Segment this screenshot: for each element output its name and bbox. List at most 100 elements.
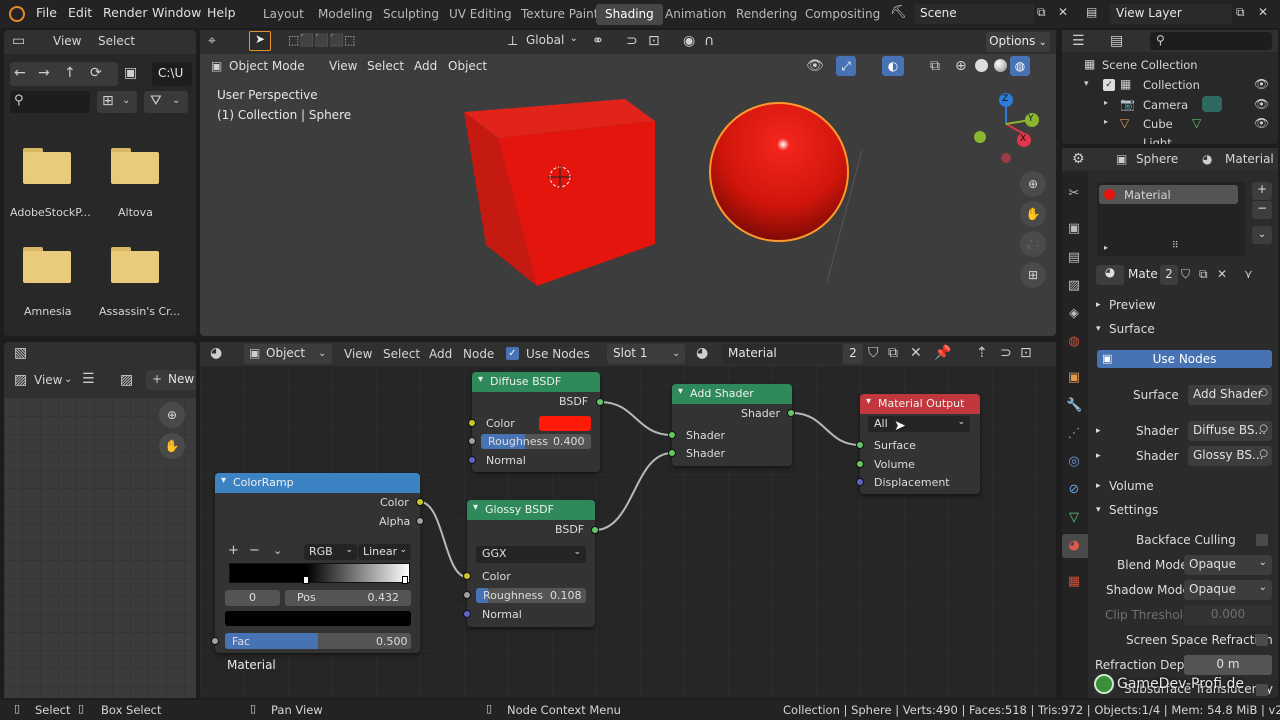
ramp-stop-index-field[interactable]: 0 [225, 590, 280, 606]
expand-arrow-icon[interactable]: ▾ [1096, 324, 1101, 334]
eye-icon[interactable]: 👁 [1254, 78, 1269, 90]
ramp-interpolation-dropdown[interactable]: Linear ⌄ [358, 544, 411, 560]
display-mode-icon[interactable]: ▤ [1110, 34, 1123, 48]
output-tab-icon[interactable]: ▤ [1066, 250, 1082, 266]
diffuse-color-socket[interactable] [468, 419, 476, 427]
ramp-color-mode-dropdown[interactable]: RGB ⌄ [304, 544, 357, 560]
add-stop-icon[interactable]: + [228, 544, 239, 557]
modifier-tab-icon[interactable]: 🔧 [1066, 398, 1082, 414]
outliner-scene-collection[interactable]: Scene Collection [1102, 58, 1198, 72]
ramp-stop-color-swatch[interactable] [225, 611, 411, 626]
eye-icon[interactable]: 👁 [1254, 98, 1269, 110]
settings-panel-header[interactable]: Settings [1109, 503, 1158, 517]
particles-tab-icon[interactable]: ⋰ [1066, 426, 1082, 442]
color-ramp-gradient[interactable] [229, 563, 410, 583]
editor-type-icon[interactable]: ☰ [1072, 34, 1085, 48]
unlink-icon[interactable]: ✕ [1217, 268, 1227, 280]
expand-arrow-icon[interactable]: ▸ [1096, 451, 1101, 461]
diffuse-roughness-socket[interactable] [468, 437, 476, 445]
use-nodes-button[interactable]: Use Nodes [1097, 350, 1272, 368]
diffuse-bsdf-out-socket[interactable] [596, 398, 604, 406]
context-object-label[interactable]: Sphere [1136, 152, 1178, 166]
surface-shader-field[interactable]: Add Shader ○ [1188, 385, 1272, 405]
slot-specials-button[interactable]: ⌄ [1252, 226, 1272, 244]
diffuse-normal-socket[interactable] [468, 456, 476, 464]
render-tab-icon[interactable]: ▣ [1066, 221, 1082, 237]
outliner-collection[interactable]: Collection [1143, 78, 1200, 92]
expand-arrow-icon[interactable]: ▾ [1084, 80, 1089, 89]
remove-stop-icon[interactable]: − [249, 544, 260, 557]
glossy-normal-socket[interactable] [463, 610, 471, 618]
ramp-stop-handle[interactable] [303, 576, 309, 584]
glossy-distribution-dropdown[interactable]: GGX ⌄ [476, 546, 586, 563]
add-shader-in2-socket[interactable] [668, 449, 676, 457]
list-expand-icon[interactable]: ▸ [1104, 244, 1108, 252]
editor-type-icon[interactable]: ⚙ [1072, 152, 1085, 166]
add-shader-out-socket[interactable] [787, 409, 795, 417]
colorramp-node-header[interactable]: ColorRamp [215, 473, 420, 493]
shader2-field[interactable]: Glossy BS... ○ [1188, 446, 1272, 466]
add-slot-button[interactable]: + [1252, 182, 1272, 200]
expand-arrow-icon[interactable]: ▸ [1096, 300, 1101, 310]
fake-user-icon[interactable]: ⛉ [1181, 268, 1190, 280]
surface-panel-header[interactable]: Surface [1109, 322, 1155, 336]
data-tab-icon[interactable]: ▽ [1066, 510, 1082, 526]
constraints-tab-icon[interactable]: ⊘ [1066, 482, 1082, 498]
ramp-alpha-out-socket[interactable] [416, 517, 424, 525]
ramp-pos-field[interactable]: Pos 0.432 [285, 590, 411, 606]
expand-arrow-icon[interactable]: ▾ [1096, 505, 1101, 515]
material-users-count[interactable]: 2 [1160, 265, 1178, 285]
context-material-label[interactable]: Material [1225, 152, 1274, 166]
diffuse-node-header[interactable]: Diffuse BSDF [472, 372, 600, 392]
eye-icon[interactable]: 👁 [1254, 117, 1269, 129]
shadow-mode-dropdown[interactable]: Opaque ⌄ [1184, 580, 1272, 600]
glossy-bsdf-out-socket[interactable] [591, 526, 599, 534]
ssr-checkbox[interactable] [1256, 634, 1268, 646]
mesh-data-icon[interactable]: ▽ [1192, 117, 1201, 129]
expand-arrow-icon[interactable]: ▸ [1096, 426, 1101, 436]
diffuse-color-swatch[interactable] [539, 416, 591, 431]
add-node-header[interactable]: Add Shader [672, 384, 792, 404]
ramp-stop-handle[interactable] [402, 576, 408, 584]
shader1-field[interactable]: Diffuse BS... ○ [1188, 421, 1272, 441]
output-surface-socket[interactable] [856, 441, 864, 449]
resize-grip-icon[interactable]: ⠿ [1172, 242, 1179, 251]
output-volume-socket[interactable] [856, 460, 864, 468]
world-tab-icon[interactable]: ◍ [1066, 334, 1082, 350]
glossy-roughness-socket[interactable] [463, 591, 471, 599]
add-shader-in1-socket[interactable] [668, 431, 676, 439]
scene-tab-icon[interactable]: ◈ [1066, 306, 1082, 322]
outliner-light[interactable]: Light [1143, 136, 1172, 144]
material-datablock-name[interactable]: Mate [1125, 265, 1159, 285]
expand-arrow-icon[interactable]: ▸ [1096, 481, 1101, 491]
backface-culling-checkbox[interactable] [1256, 534, 1268, 546]
remove-slot-button[interactable]: − [1252, 201, 1272, 219]
ramp-color-out-socket[interactable] [416, 498, 424, 506]
blend-mode-dropdown[interactable]: Opaque ⌄ [1184, 555, 1272, 575]
view-layer-tab-icon[interactable]: ▨ [1066, 278, 1082, 294]
physics-tab-icon[interactable]: ◎ [1066, 454, 1082, 470]
ramp-fac-in-socket[interactable] [211, 637, 219, 645]
texture-tab-icon[interactable]: ▦ [1066, 574, 1082, 590]
chevron-down-icon[interactable]: ⌄ [273, 545, 282, 556]
output-target-dropdown[interactable]: All ⌄ [868, 416, 970, 432]
duplicate-icon[interactable]: ⧉ [1199, 268, 1208, 280]
object-tab-icon[interactable]: ▣ [1066, 370, 1082, 386]
glossy-node-header[interactable]: Glossy BSDF [467, 500, 595, 520]
volume-panel-header[interactable]: Volume [1109, 479, 1154, 493]
collection-checkbox[interactable]: ✓ [1103, 79, 1115, 91]
expand-arrow-icon[interactable]: ▸ [1104, 99, 1108, 107]
output-node-header[interactable]: Material Output [860, 394, 980, 414]
glossy-color-socket[interactable] [463, 572, 471, 580]
outliner-camera[interactable]: Camera [1143, 98, 1188, 112]
sss-translucency-checkbox[interactable] [1256, 684, 1268, 696]
outliner-cube[interactable]: Cube [1143, 117, 1173, 131]
tool-tab-icon[interactable]: ✂ [1066, 186, 1082, 202]
preview-panel-header[interactable]: Preview [1109, 298, 1156, 312]
outliner-search-input[interactable] [1150, 32, 1272, 50]
material-browse-button[interactable]: ◕ [1096, 265, 1124, 285]
expand-arrow-icon[interactable]: ▸ [1104, 118, 1108, 126]
output-displacement-socket[interactable] [856, 478, 864, 486]
refraction-depth-field[interactable]: 0 m [1184, 655, 1272, 675]
link-type-icon[interactable]: ⋎ [1244, 268, 1253, 280]
